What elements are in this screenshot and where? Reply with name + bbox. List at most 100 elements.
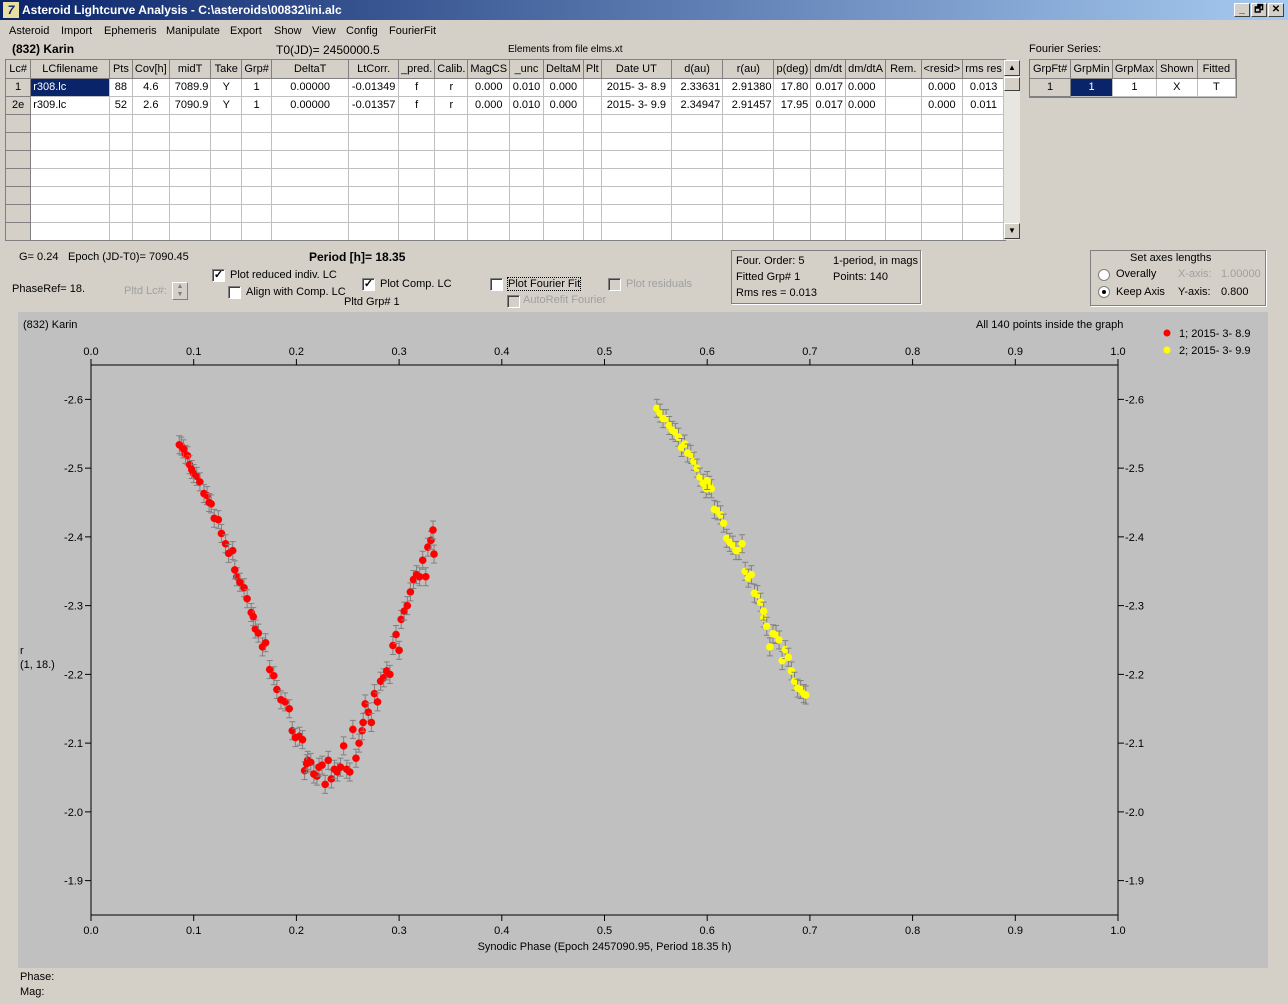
- table-cell[interactable]: 0.000: [845, 78, 886, 97]
- table-row[interactable]: [6, 222, 1005, 240]
- lc-col-header[interactable]: Cov[h]: [132, 60, 170, 79]
- table-cell[interactable]: [30, 132, 111, 151]
- table-cell[interactable]: 0.010: [509, 78, 544, 97]
- table-cell[interactable]: [398, 114, 436, 133]
- plot-comp-checkbox[interactable]: ✓: [362, 278, 375, 291]
- table-cell[interactable]: [348, 150, 400, 169]
- table-cell[interactable]: [132, 168, 170, 187]
- table-cell[interactable]: [30, 222, 111, 240]
- table-cell[interactable]: [467, 204, 511, 223]
- table-cell[interactable]: [845, 204, 886, 223]
- row-header-cell[interactable]: [6, 204, 32, 223]
- table-cell[interactable]: [810, 222, 847, 240]
- table-cell[interactable]: [210, 132, 243, 151]
- table-cell[interactable]: [962, 222, 1005, 240]
- table-cell[interactable]: [543, 168, 584, 187]
- plot-fourier-checkbox[interactable]: [490, 278, 503, 291]
- table-cell[interactable]: f: [398, 78, 436, 97]
- table-cell[interactable]: [810, 150, 847, 169]
- scroll-down-icon[interactable]: ▼: [1004, 223, 1020, 239]
- table-cell[interactable]: [885, 78, 922, 97]
- table-cell[interactable]: 2015- 3- 9.9: [601, 96, 673, 115]
- menu-import[interactable]: Import: [61, 25, 92, 37]
- lightcurve-table[interactable]: Lc# LCfilename Pts Cov[h] midT Take Grp# DeltaT…: [5, 59, 1006, 241]
- table-cell[interactable]: [962, 114, 1005, 133]
- table-cell[interactable]: [434, 168, 469, 187]
- table-cell[interactable]: [601, 114, 673, 133]
- menu-manipulate[interactable]: Manipulate: [166, 25, 220, 37]
- lc-col-header[interactable]: LtCorr.: [348, 60, 400, 79]
- table-cell[interactable]: [962, 150, 1005, 169]
- lc-col-header[interactable]: dm/dt: [810, 60, 847, 79]
- table-cell[interactable]: T: [1197, 78, 1236, 97]
- table-cell[interactable]: [398, 204, 436, 223]
- table-cell[interactable]: [810, 204, 847, 223]
- table-cell[interactable]: [845, 186, 886, 205]
- table-cell[interactable]: [210, 186, 243, 205]
- lc-col-header[interactable]: Grp#: [241, 60, 273, 79]
- table-cell[interactable]: [109, 222, 133, 240]
- table-cell[interactable]: [601, 222, 673, 240]
- table-cell[interactable]: 2015- 3- 8.9: [601, 78, 673, 97]
- table-cell[interactable]: [241, 132, 273, 151]
- table-row[interactable]: [6, 114, 1005, 133]
- table-cell[interactable]: [810, 168, 847, 187]
- lc-col-header[interactable]: Take: [210, 60, 243, 79]
- table-cell[interactable]: [434, 222, 469, 240]
- table-cell[interactable]: -0.01349: [348, 78, 400, 97]
- table-cell[interactable]: 0.000: [543, 78, 584, 97]
- table-cell[interactable]: [722, 204, 775, 223]
- table-cell[interactable]: 7089.9: [169, 78, 212, 97]
- table-cell[interactable]: [601, 168, 673, 187]
- table-cell[interactable]: [241, 168, 273, 187]
- table-cell[interactable]: [348, 222, 400, 240]
- menu-config[interactable]: Config: [346, 25, 378, 37]
- table-cell[interactable]: [398, 150, 436, 169]
- table-cell[interactable]: [671, 168, 724, 187]
- table-cell[interactable]: [845, 222, 886, 240]
- table-cell[interactable]: [30, 168, 111, 187]
- table-cell[interactable]: [271, 132, 350, 151]
- table-cell[interactable]: [271, 168, 350, 187]
- table-cell[interactable]: [434, 204, 469, 223]
- table-cell[interactable]: [543, 114, 584, 133]
- table-cell[interactable]: [601, 204, 673, 223]
- table-cell[interactable]: [30, 204, 111, 223]
- table-cell[interactable]: Y: [210, 96, 243, 115]
- table-cell[interactable]: 0.017: [810, 96, 847, 115]
- table-cell[interactable]: [434, 132, 469, 151]
- table-cell[interactable]: 0.000: [921, 78, 964, 97]
- table-cell[interactable]: [810, 186, 847, 205]
- table-cell[interactable]: [241, 150, 273, 169]
- lc-table-scrollbar[interactable]: ▲ ▼: [1003, 60, 1020, 240]
- table-cell[interactable]: [810, 114, 847, 133]
- menu-asteroid[interactable]: Asteroid: [9, 25, 49, 37]
- menu-show[interactable]: Show: [274, 25, 302, 37]
- lc-col-header[interactable]: rms res: [962, 60, 1005, 79]
- table-cell[interactable]: r309.lc: [30, 96, 111, 115]
- lc-col-header[interactable]: Plt: [583, 60, 602, 79]
- table-cell[interactable]: [509, 132, 544, 151]
- table-cell[interactable]: [885, 204, 922, 223]
- table-cell[interactable]: [583, 150, 602, 169]
- table-cell[interactable]: [671, 132, 724, 151]
- table-cell[interactable]: [398, 168, 436, 187]
- menu-fourierfit[interactable]: FourierFit: [389, 25, 436, 37]
- table-cell[interactable]: [885, 168, 922, 187]
- table-cell[interactable]: [921, 132, 964, 151]
- table-cell[interactable]: r: [434, 96, 469, 115]
- fourier-series-table[interactable]: GrpFt# GrpMin GrpMax Shown Fitted 111XT: [1029, 59, 1237, 98]
- pltd-lc-spinner[interactable]: ▲ ▼: [172, 282, 188, 300]
- table-cell[interactable]: [109, 132, 133, 151]
- row-header-cell[interactable]: [6, 132, 32, 151]
- table-cell[interactable]: 88: [109, 78, 133, 97]
- table-cell[interactable]: 0.000: [543, 96, 584, 115]
- lc-col-header[interactable]: _pred.: [398, 60, 436, 79]
- row-header-cell[interactable]: [6, 222, 32, 240]
- autorefit-checkbox[interactable]: [507, 295, 520, 308]
- row-header-cell[interactable]: [6, 150, 32, 169]
- table-row[interactable]: 2e r309.lc 52 2.6 7090.9 Y 1 0.00000 -0.01357 f r 0…: [6, 96, 1005, 115]
- table-row[interactable]: [6, 168, 1005, 187]
- table-cell[interactable]: [962, 168, 1005, 187]
- table-row[interactable]: [6, 132, 1005, 151]
